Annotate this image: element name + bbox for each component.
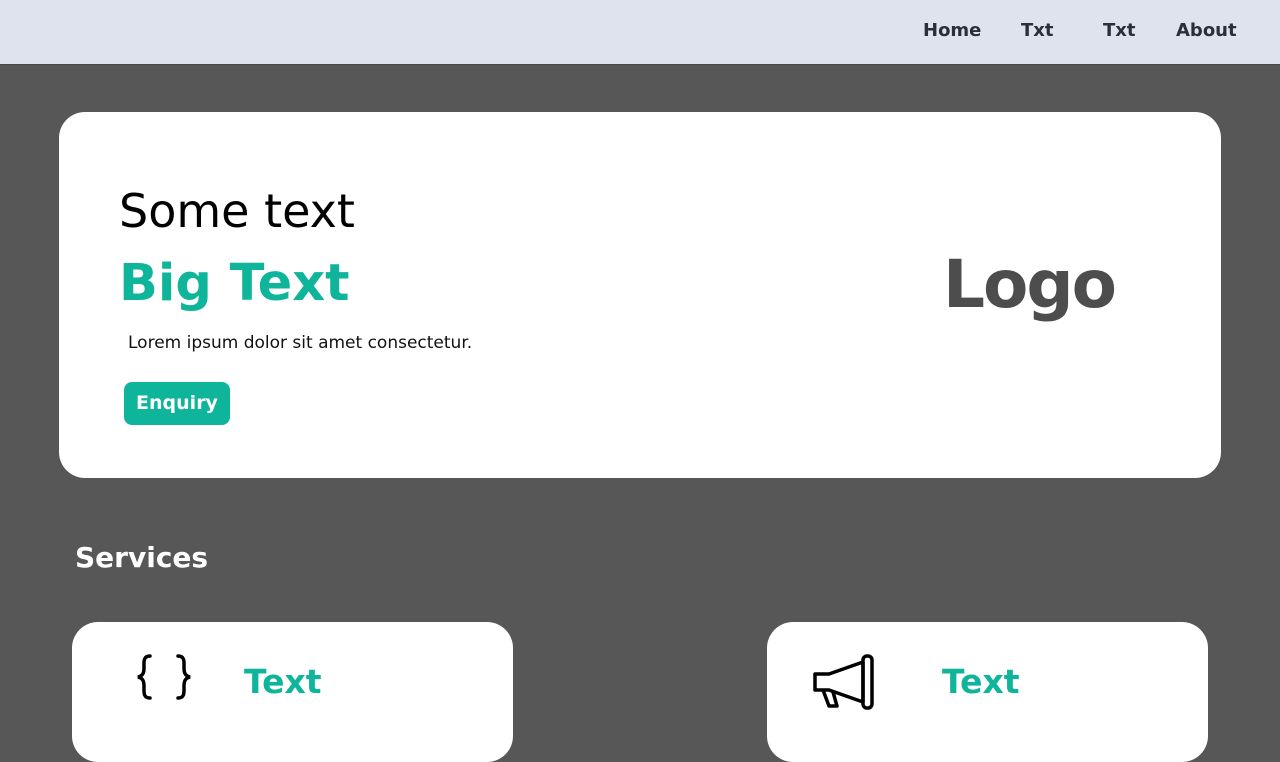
nav-item-about[interactable]: About [1176,20,1237,41]
hero-card: Some text Big Text Lorem ipsum dolor sit… [59,112,1221,478]
hero-subtitle: Some text [119,184,355,238]
logo: Logo [943,246,1117,323]
hero-big-text: Big Text [119,254,350,313]
service-card[interactable]: Text [72,622,513,762]
top-navbar: Home Txt Txt About [0,0,1280,65]
hero-paragraph: Lorem ipsum dolor sit amet consectetur. [128,333,473,353]
megaphone-icon [811,652,877,714]
service-card-title: Text [244,662,322,701]
nav-item-txt-2[interactable]: Txt [1103,20,1136,41]
code-braces-icon [136,652,192,706]
service-card-title: Text [942,662,1020,701]
enquiry-button[interactable]: Enquiry [124,382,230,425]
services-heading: Services [75,541,209,574]
nav-item-home[interactable]: Home [923,20,981,41]
service-card[interactable]: Text [767,622,1208,762]
nav-item-txt-1[interactable]: Txt [1021,20,1054,41]
